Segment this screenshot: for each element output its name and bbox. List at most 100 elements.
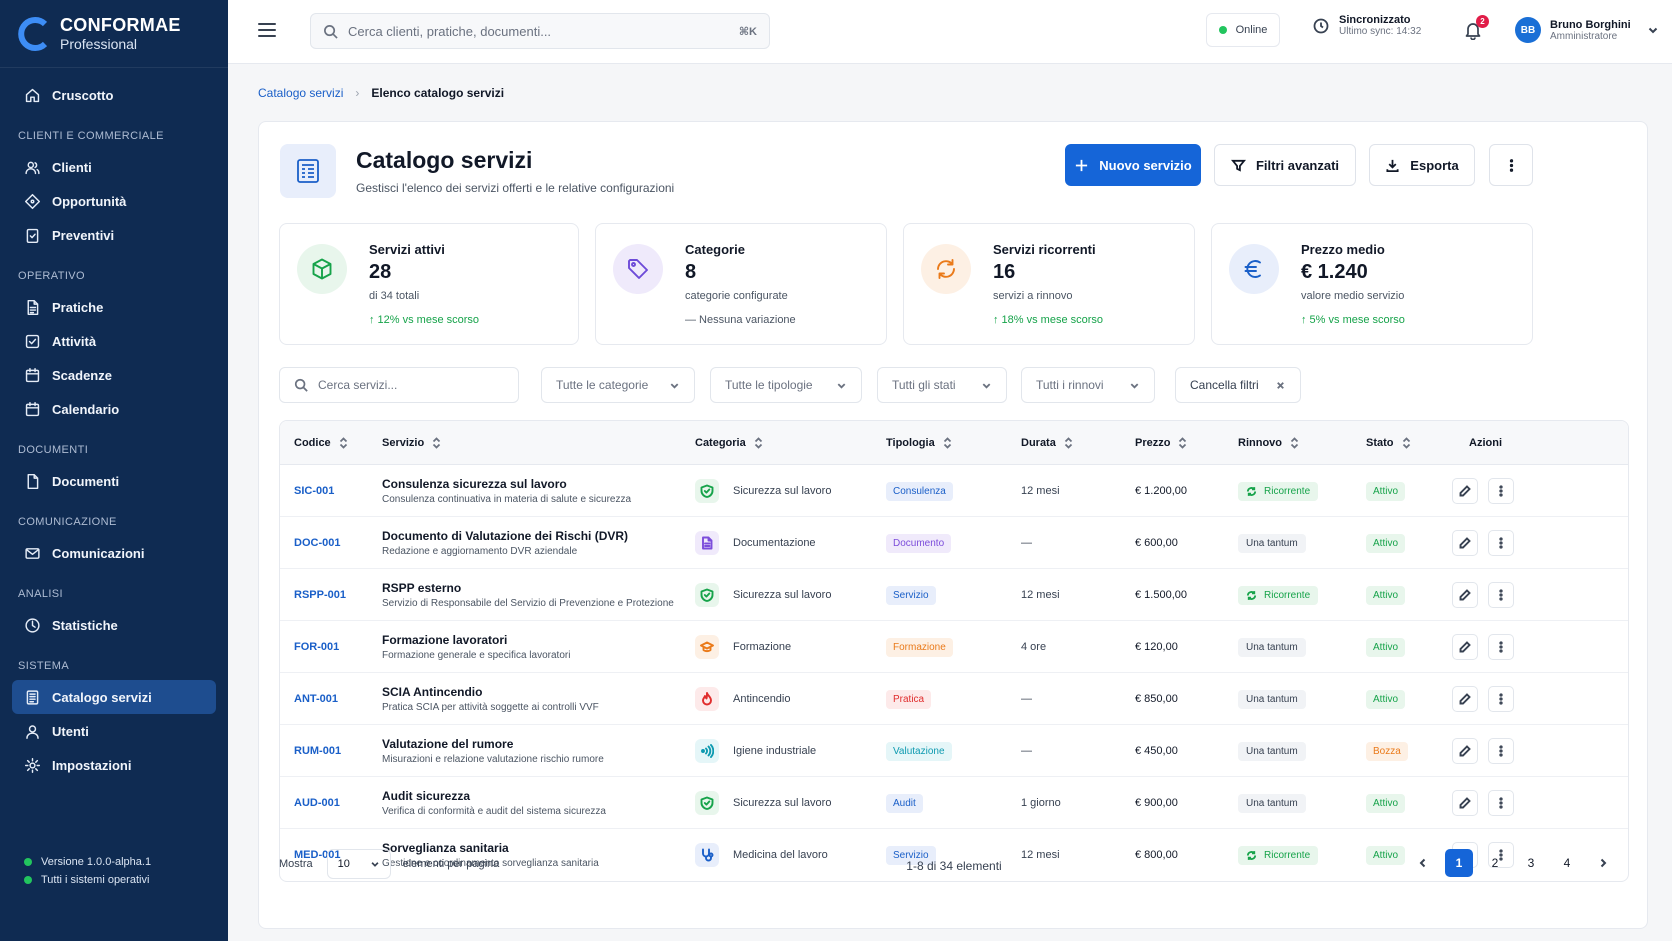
column-price[interactable]: Prezzo: [1135, 421, 1187, 465]
service-name[interactable]: Valutazione del rumore: [382, 737, 513, 751]
table-row[interactable]: RSPP-001 RSPP esterno Servizio di Responsa…: [280, 569, 1628, 621]
column-type[interactable]: Tipologia: [886, 421, 952, 465]
page-size-select[interactable]: 10: [326, 849, 391, 879]
sidebar-item-attivita[interactable]: Attività: [12, 324, 216, 358]
row-more-button[interactable]: [1488, 686, 1514, 712]
sidebar-item-scadenze[interactable]: Scadenze: [12, 358, 216, 392]
page-button-1[interactable]: 1: [1445, 849, 1473, 877]
service-code-link[interactable]: SIC-001: [294, 465, 334, 517]
status-filter-select[interactable]: Tutti gli stati: [877, 367, 1007, 403]
advanced-filters-button[interactable]: Filtri avanzati: [1214, 144, 1356, 186]
page-button-2[interactable]: 2: [1481, 849, 1509, 877]
edit-button[interactable]: [1452, 634, 1478, 660]
sort-icon: [433, 437, 441, 449]
table-row[interactable]: RUM-001 Valutazione del rumore Misurazioni…: [280, 725, 1628, 777]
sidebar-item-calendario[interactable]: Calendario: [12, 392, 216, 426]
sidebar-item-documenti[interactable]: Documenti: [12, 464, 216, 498]
type-cell: Formazione: [886, 621, 953, 673]
service-code-link[interactable]: RUM-001: [294, 725, 341, 777]
edit-button[interactable]: [1452, 530, 1478, 556]
status-dot-icon: [24, 858, 32, 866]
table-row[interactable]: SIC-001 Consulenza sicurezza sul lavoro Co…: [280, 465, 1628, 517]
category-cell: Documentazione: [695, 517, 816, 569]
service-description: Verifica di conformità e audit del siste…: [382, 806, 606, 817]
new-service-button[interactable]: Nuovo servizio: [1065, 144, 1201, 186]
type-cell: Valutazione: [886, 725, 952, 777]
sync-status[interactable]: Sincronizzato Ultimo sync: 14:32: [1313, 14, 1421, 37]
type-filter-select[interactable]: Tutte le tipologie: [710, 367, 862, 403]
row-more-button[interactable]: [1488, 530, 1514, 556]
sidebar-item-pratiche[interactable]: Pratiche: [12, 290, 216, 324]
edit-button[interactable]: [1452, 790, 1478, 816]
edit-button[interactable]: [1452, 582, 1478, 608]
table-row[interactable]: DOC-001 Documento di Valutazione dei Risc…: [280, 517, 1628, 569]
column-status[interactable]: Stato: [1366, 421, 1411, 465]
table-row[interactable]: ANT-001 SCIA Antincendio Pratica SCIA per …: [280, 673, 1628, 725]
sidebar-item-utenti[interactable]: Utenti: [12, 714, 216, 748]
sidebar-item-label: Comunicazioni: [52, 545, 145, 561]
row-more-button[interactable]: [1488, 478, 1514, 504]
sidebar-item-impostazioni[interactable]: Impostazioni: [12, 748, 216, 782]
row-more-button[interactable]: [1488, 582, 1514, 608]
service-name[interactable]: RSPP esterno: [382, 581, 461, 595]
row-more-button[interactable]: [1488, 738, 1514, 764]
service-name[interactable]: Consulenza sicurezza sul lavoro: [382, 477, 567, 491]
next-page-button[interactable]: [1589, 849, 1617, 877]
online-status[interactable]: Online: [1206, 13, 1280, 47]
breadcrumb-parent-link[interactable]: Catalogo servizi: [258, 86, 343, 100]
service-code-link[interactable]: ANT-001: [294, 673, 338, 725]
sort-icon: [1064, 437, 1072, 449]
service-name[interactable]: SCIA Antincendio: [382, 685, 482, 699]
column-renewal[interactable]: Rinnovo: [1238, 421, 1299, 465]
sidebar-item-catalogo-servizi[interactable]: Catalogo servizi: [12, 680, 216, 714]
user-menu[interactable]: BB Bruno Borghini Amministratore: [1515, 17, 1659, 43]
prev-page-button[interactable]: [1409, 849, 1437, 877]
row-more-button[interactable]: [1488, 790, 1514, 816]
column-code[interactable]: Codice: [294, 421, 348, 465]
table-row[interactable]: FOR-001 Formazione lavoratori Formazione g…: [280, 621, 1628, 673]
sidebar-item-clienti[interactable]: Clienti: [12, 150, 216, 184]
sidebar-item-label: Utenti: [52, 723, 89, 739]
column-service[interactable]: Servizio: [382, 421, 441, 465]
row-more-button[interactable]: [1488, 634, 1514, 660]
service-code-link[interactable]: RSPP-001: [294, 569, 346, 621]
category-filter-value: Tutte le categorie: [556, 378, 649, 392]
table-row[interactable]: AUD-001 Audit sicurezza Verifica di confor…: [280, 777, 1628, 829]
brand-logo-icon: [18, 16, 48, 51]
service-code-link[interactable]: AUD-001: [294, 777, 340, 829]
column-actions: Azioni: [1469, 421, 1502, 465]
sidebar-item-cruscotto[interactable]: Cruscotto: [12, 78, 216, 112]
service-name[interactable]: Formazione lavoratori: [382, 633, 507, 647]
service-name[interactable]: Documento di Valutazione dei Rischi (DVR…: [382, 529, 628, 543]
more-options-button[interactable]: [1489, 144, 1533, 186]
refresh-icon: [937, 259, 955, 279]
service-name[interactable]: Audit sicurezza: [382, 789, 470, 803]
page-title: Catalogo servizi: [356, 147, 533, 173]
home-icon: [25, 88, 40, 102]
column-category[interactable]: Categoria: [695, 421, 763, 465]
clear-filters-button[interactable]: Cancella filtri: [1175, 367, 1301, 403]
status-cell: Attivo: [1366, 673, 1406, 725]
menu-icon[interactable]: [258, 23, 276, 37]
edit-button[interactable]: [1452, 686, 1478, 712]
edit-button[interactable]: [1452, 478, 1478, 504]
page-button-3[interactable]: 3: [1517, 849, 1545, 877]
brand[interactable]: CONFORMAE Professional: [0, 0, 228, 68]
service-code-link[interactable]: DOC-001: [294, 517, 340, 569]
avatar: BB: [1515, 17, 1541, 43]
sidebar-item-preventivi[interactable]: Preventivi: [12, 218, 216, 252]
category-cell: Sicurezza sul lavoro: [695, 777, 831, 829]
sidebar-item-opportunita[interactable]: Opportunità: [12, 184, 216, 218]
service-search-input[interactable]: Cerca servizi...: [279, 367, 519, 403]
renewal-cell: Una tantum: [1238, 517, 1306, 569]
sidebar-item-statistiche[interactable]: Statistiche: [12, 608, 216, 642]
export-button[interactable]: Esporta: [1369, 144, 1475, 186]
renewal-filter-select[interactable]: Tutti i rinnovi: [1021, 367, 1155, 403]
global-search-input[interactable]: Cerca clienti, pratiche, documenti... ⌘K: [310, 13, 770, 49]
category-filter-select[interactable]: Tutte le categorie: [541, 367, 695, 403]
sidebar-item-comunicazioni[interactable]: Comunicazioni: [12, 536, 216, 570]
page-button-4[interactable]: 4: [1553, 849, 1581, 877]
column-duration[interactable]: Durata: [1021, 421, 1073, 465]
service-code-link[interactable]: FOR-001: [294, 621, 339, 673]
edit-button[interactable]: [1452, 738, 1478, 764]
